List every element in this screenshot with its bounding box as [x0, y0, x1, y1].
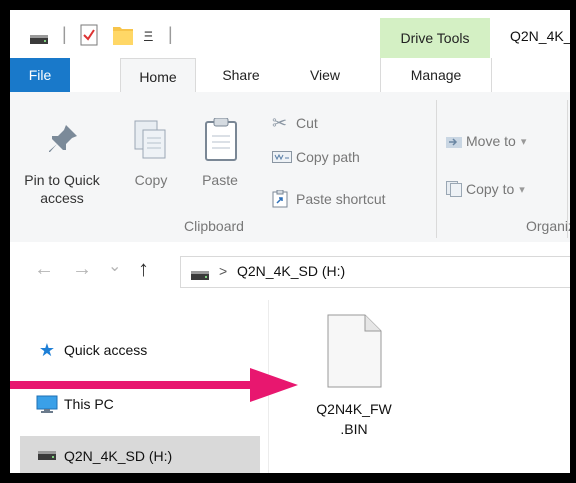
pin-label-line1: Pin to Quick [24, 172, 100, 188]
tab-manage[interactable]: Manage [380, 58, 492, 92]
paste-shortcut-icon [272, 190, 296, 208]
scissors-icon: ✂ [272, 112, 288, 133]
address-bar[interactable]: > Q2N_4K_SD (H:) [180, 256, 570, 288]
file-list: Q2N4K_FW .BIN [269, 300, 570, 473]
forward-button[interactable]: → [72, 258, 92, 281]
paste-label: Paste [202, 172, 238, 188]
tab-home[interactable]: Home [120, 58, 196, 94]
move-to-button[interactable]: Move to ▾ [446, 130, 570, 152]
move-to-icon [446, 134, 466, 148]
drive-icon[interactable] [30, 32, 48, 50]
tab-share[interactable]: Share [206, 58, 276, 92]
file-name-line1: Q2N4K_FW [316, 401, 392, 417]
cut-label: Cut [296, 115, 318, 131]
title-bar: | = | Drive Tools Q2N_4K_SD (H:) [10, 10, 570, 58]
pin-icon [46, 122, 80, 161]
back-button[interactable]: ← [34, 258, 54, 281]
file-name-line2: .BIN [340, 421, 368, 437]
breadcrumb-chevron-icon[interactable]: > [219, 263, 227, 279]
navigation-bar: ← → ⌄ ↑ > Q2N_4K_SD (H:) [10, 242, 570, 300]
pin-to-quick-access-button[interactable]: Pin to Quick access [10, 110, 114, 220]
copy-path-icon [272, 151, 296, 163]
copy-icon [134, 120, 168, 165]
up-button[interactable]: ↑ [138, 256, 149, 282]
paste-shortcut-label: Paste shortcut [296, 191, 386, 207]
properties-icon[interactable] [80, 24, 98, 51]
nav-item-quick-access[interactable]: ★ Quick access [20, 330, 260, 370]
file-item[interactable]: Q2N4K_FW .BIN [299, 314, 409, 439]
move-to-dropdown-icon: ▾ [520, 135, 527, 148]
file-icon [299, 314, 409, 393]
copy-button[interactable]: Copy [126, 110, 176, 200]
annotation-arrow-icon [10, 368, 300, 407]
title-separator: | [168, 24, 173, 44]
tab-file[interactable]: File [10, 58, 70, 92]
copy-to-dropdown-icon: ▾ [519, 183, 525, 196]
copy-path-label: Copy path [296, 149, 360, 165]
ribbon-tabs: File Home Share View Manage [10, 58, 570, 94]
paste-button[interactable]: Paste [190, 110, 250, 200]
pin-label-line2: access [40, 190, 84, 206]
star-icon: ★ [38, 339, 56, 360]
drive-icon [191, 268, 209, 286]
drive-tools-label: Drive Tools [380, 18, 490, 58]
paste-shortcut-button[interactable]: Paste shortcut [272, 188, 432, 210]
nav-item-label: Quick access [64, 342, 148, 358]
explorer-window: | = | Drive Tools Q2N_4K_SD (H:) File Ho… [10, 10, 570, 473]
ribbon-home: Pin to Quick access Copy Paste ✂ Cut Cop… [10, 92, 570, 243]
paste-icon [204, 117, 238, 167]
organize-group-label: Organize [526, 218, 570, 234]
copy-to-label: Copy to [466, 181, 515, 197]
copy-label: Copy [134, 172, 168, 188]
breadcrumb-item-drive[interactable]: Q2N_4K_SD (H:) [237, 263, 345, 279]
nav-item-label: Q2N_4K_SD (H:) [64, 448, 173, 464]
group-divider [436, 100, 437, 238]
drive-icon [36, 451, 58, 461]
copy-to-button[interactable]: Copy to ▾ [446, 178, 570, 200]
copy-path-button[interactable]: Copy path [272, 146, 402, 168]
customize-toolbar-icon[interactable]: = [144, 26, 153, 43]
move-to-label: Move to [466, 133, 516, 149]
new-folder-icon[interactable] [112, 24, 134, 51]
copy-to-icon [446, 181, 466, 197]
window-title: Q2N_4K_SD (H:) [510, 28, 570, 44]
recent-locations-button[interactable]: ⌄ [108, 256, 121, 276]
nav-item-drive-selected[interactable]: Q2N_4K_SD (H:) [20, 436, 260, 473]
clipboard-group-label: Clipboard [184, 218, 244, 234]
group-divider [567, 100, 568, 238]
title-separator: | [62, 24, 67, 44]
cut-button[interactable]: ✂ Cut [272, 112, 392, 134]
tab-view[interactable]: View [290, 58, 360, 92]
